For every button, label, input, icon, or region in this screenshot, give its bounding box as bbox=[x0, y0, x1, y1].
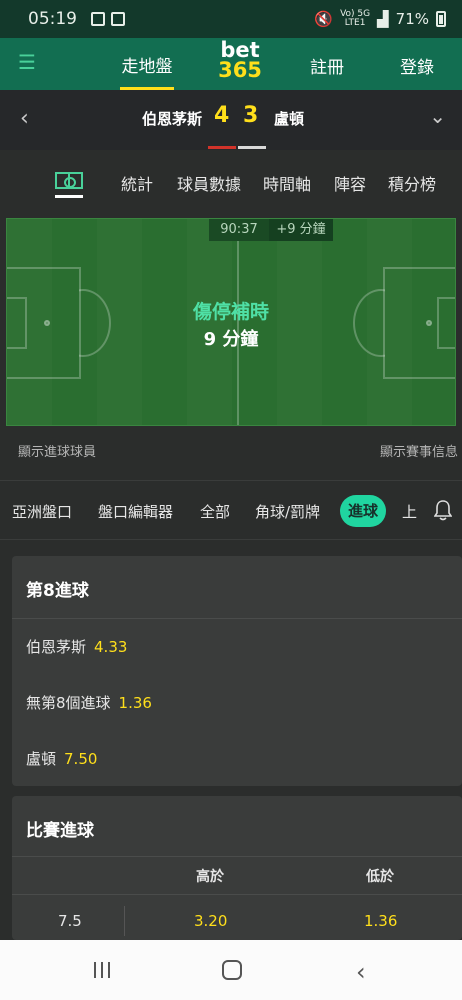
gallery-icon bbox=[91, 12, 105, 26]
card-title: 比賽進球 bbox=[26, 821, 94, 841]
register-button[interactable]: 註冊 bbox=[310, 53, 344, 78]
tab-stats[interactable]: 統計 bbox=[121, 171, 153, 195]
tab-asian-handicap[interactable]: 亞洲盤口 bbox=[12, 501, 72, 522]
tab-bet-builder[interactable]: 盤口編輯器 bbox=[98, 501, 173, 522]
match-pitch: 90:37 +9 分鐘 傷停補時 9 分鐘 bbox=[6, 218, 456, 426]
battery-percent: 71% bbox=[395, 10, 429, 28]
under-odds-button[interactable]: 1.36 bbox=[364, 912, 397, 930]
home-icon[interactable] bbox=[222, 960, 242, 980]
odds-label: 伯恩茅斯 bbox=[26, 638, 87, 656]
menu-icon[interactable]: ☰ bbox=[18, 50, 36, 74]
over-header: 高於 bbox=[196, 869, 224, 885]
added-time-badge: +9 分鐘 bbox=[269, 219, 333, 241]
tab-more[interactable]: 上 bbox=[402, 501, 417, 522]
mute-icon: 🔇 bbox=[314, 10, 334, 28]
active-tab-underline bbox=[55, 195, 83, 198]
odds-value: 1.36 bbox=[118, 694, 152, 712]
match-clock: 90:37 bbox=[209, 219, 269, 241]
show-match-info-link[interactable]: 顯示賽事信息 bbox=[380, 441, 458, 460]
network-bottom: LTE1 bbox=[344, 18, 366, 28]
top-nav: ☰ 走地盤 bet 365 註冊 登錄 bbox=[0, 38, 462, 90]
tab-corners-cards[interactable]: 角球/罰牌 bbox=[255, 501, 320, 522]
bell-icon[interactable] bbox=[434, 499, 452, 521]
home-team: 伯恩茅斯 bbox=[141, 110, 202, 128]
stat-tabs: 統計 球員數據 時間軸 陣容 積分榜 bbox=[0, 152, 462, 206]
pitch-icon[interactable] bbox=[55, 172, 83, 189]
checkbox-icon bbox=[111, 12, 125, 26]
signal-icon: ▟ bbox=[377, 10, 389, 28]
bet365-logo[interactable]: bet 365 bbox=[212, 38, 268, 82]
chevron-down-icon[interactable]: ⌄ bbox=[429, 104, 446, 128]
tab-goals[interactable]: 進球 bbox=[340, 495, 386, 527]
recent-apps-icon[interactable] bbox=[94, 962, 110, 978]
system-nav-bar: ‹ bbox=[0, 940, 462, 1000]
away-team: 盧頓 bbox=[274, 110, 305, 128]
tab-lineup[interactable]: 陣容 bbox=[334, 171, 366, 195]
odds-row-home[interactable]: 伯恩茅斯 4.33 bbox=[26, 636, 127, 657]
odds-value: 7.50 bbox=[64, 750, 98, 768]
logo-line2: 365 bbox=[218, 58, 262, 82]
nav-live-tab[interactable]: 走地盤 bbox=[112, 38, 182, 90]
card-title: 第8進球 bbox=[26, 581, 89, 601]
status-time: 05:19 bbox=[28, 9, 77, 29]
over-odds-button[interactable]: 3.20 bbox=[194, 912, 227, 930]
pitch-status-subtitle: 9 分鐘 bbox=[203, 329, 259, 350]
odds-label: 盧頓 bbox=[26, 750, 57, 768]
network-indicator: Vo) 5G LTE1 bbox=[340, 10, 370, 28]
eighth-goal-card: 第8進球 伯恩茅斯 4.33 無第8個進球 1.36 盧頓 7.50 bbox=[12, 556, 462, 786]
login-button[interactable]: 登錄 bbox=[400, 53, 434, 78]
back-icon[interactable]: ‹ bbox=[356, 958, 366, 986]
market-tabs: 亞洲盤口 盤口編輯器 全部 角球/罰牌 進球 上 bbox=[0, 480, 462, 540]
home-score: 4 bbox=[214, 103, 230, 128]
goal-line: 7.5 bbox=[58, 912, 82, 930]
battery-icon bbox=[436, 11, 446, 27]
tab-all[interactable]: 全部 bbox=[200, 501, 230, 522]
tab-standings[interactable]: 積分榜 bbox=[388, 171, 436, 195]
show-scorers-link[interactable]: 顯示進球球員 bbox=[18, 441, 96, 460]
tab-timeline[interactable]: 時間軸 bbox=[263, 171, 311, 195]
pitch-status-title: 傷停補時 bbox=[192, 301, 269, 323]
chevron-left-icon[interactable]: ‹ bbox=[20, 106, 29, 131]
score-header: ‹ 伯恩茅斯 4 3 盧頓 ⌄ bbox=[0, 90, 462, 150]
odds-row-away[interactable]: 盧頓 7.50 bbox=[26, 748, 97, 769]
odds-row-no-goal[interactable]: 無第8個進球 1.36 bbox=[26, 692, 152, 713]
status-bar: 05:19 🔇 Vo) 5G LTE1 ▟ 71% bbox=[0, 0, 462, 38]
home-indicator bbox=[208, 146, 236, 149]
odds-label: 無第8個進球 bbox=[26, 694, 111, 712]
logo-line1: bet bbox=[220, 38, 260, 62]
away-score: 3 bbox=[243, 103, 259, 128]
tab-player-data[interactable]: 球員數據 bbox=[177, 171, 241, 195]
odds-value: 4.33 bbox=[94, 638, 128, 656]
away-indicator bbox=[238, 146, 266, 149]
under-header: 低於 bbox=[366, 869, 394, 885]
